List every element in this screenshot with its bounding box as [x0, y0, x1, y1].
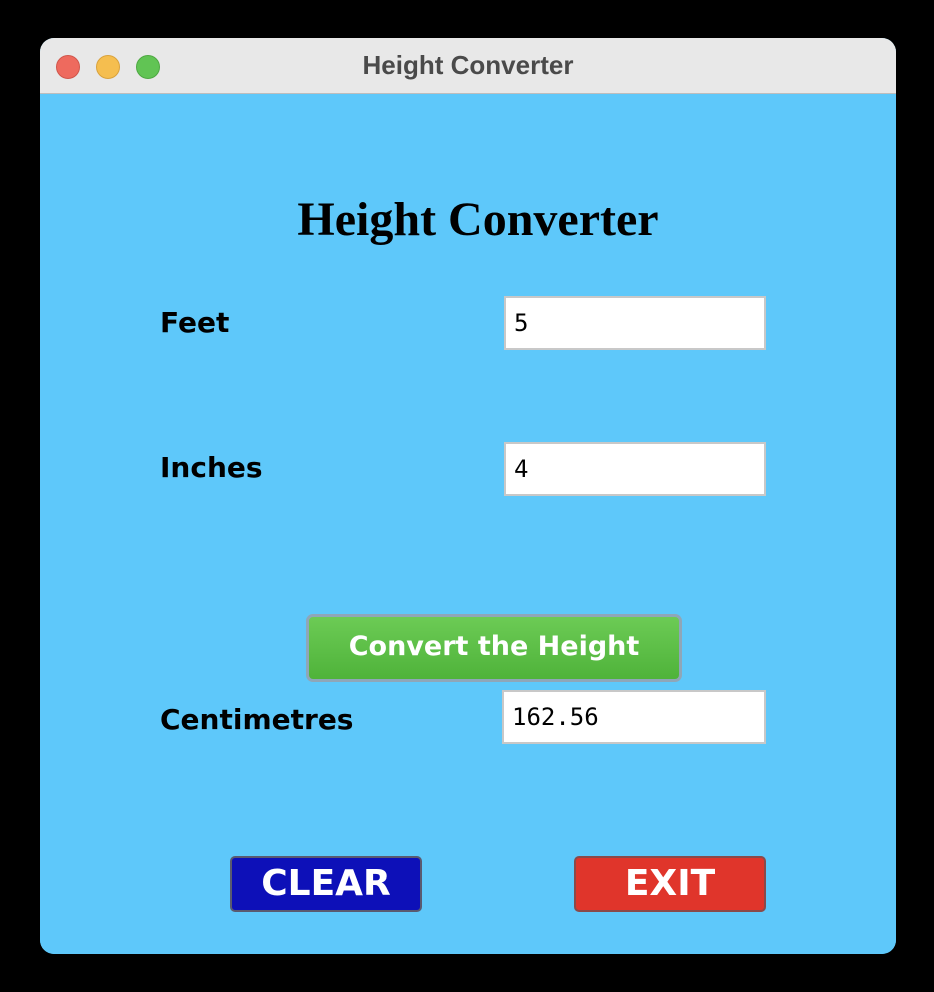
window-title: Height Converter	[362, 50, 574, 80]
feet-label: Feet	[160, 306, 230, 339]
centimetres-label: Centimetres	[160, 703, 354, 736]
title-bar[interactable]: Height Converter	[40, 38, 896, 94]
convert-button[interactable]: Convert the Height	[306, 614, 682, 682]
clear-button[interactable]: CLEAR	[230, 856, 422, 912]
content-panel: Height Converter Feet Inches Convert the…	[40, 94, 896, 954]
inches-field[interactable]	[504, 442, 766, 496]
page-title: Height Converter	[297, 193, 659, 246]
app-window: Height Converter Height Converter Feet I…	[40, 38, 896, 954]
inches-label: Inches	[160, 451, 263, 484]
feet-field[interactable]	[504, 296, 766, 350]
exit-button[interactable]: EXIT	[574, 856, 766, 912]
centimetres-field[interactable]	[502, 690, 766, 744]
